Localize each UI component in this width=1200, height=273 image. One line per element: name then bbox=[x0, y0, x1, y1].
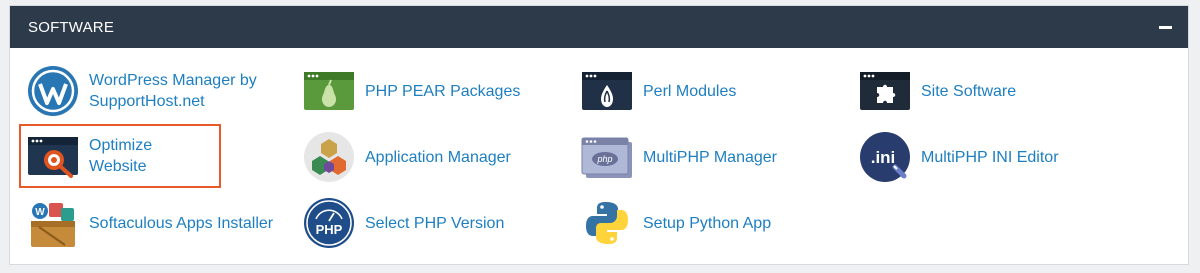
item-multiphp-manager[interactable]: php MultiPHP Manager bbox=[581, 131, 777, 183]
softaculous-icon: W bbox=[31, 203, 75, 247]
item-select-php-version[interactable]: PHP Select PHP Version bbox=[303, 197, 504, 249]
item-php-pear[interactable]: PHP PEAR Packages bbox=[303, 65, 520, 117]
item-wordpress-manager[interactable]: WordPress Manager by SupportHost.net bbox=[27, 65, 264, 117]
collapse-button[interactable] bbox=[1156, 18, 1174, 36]
item-site-software[interactable]: Site Software bbox=[859, 65, 1016, 117]
svg-text:.ini: .ini bbox=[871, 148, 896, 167]
item-label: Select PHP Version bbox=[365, 214, 505, 232]
minus-icon bbox=[1158, 25, 1172, 29]
php-window-icon: php bbox=[581, 137, 632, 178]
ini-icon: .ini bbox=[860, 132, 910, 182]
item-label: MultiPHP INI Editor bbox=[921, 148, 1059, 166]
optimize-icon bbox=[28, 137, 78, 178]
item-label: Softaculous Apps Installer bbox=[89, 214, 274, 232]
svg-text:PHP: PHP bbox=[316, 222, 343, 237]
item-label: MultiPHP Manager bbox=[643, 148, 777, 166]
item-application-manager[interactable]: Application Manager bbox=[303, 131, 511, 183]
wordpress-icon bbox=[28, 66, 78, 116]
python-icon bbox=[586, 202, 628, 244]
software-panel: SOFTWARE WordPress Manager by SupportHos… bbox=[9, 5, 1189, 265]
perl-icon bbox=[582, 72, 632, 110]
svg-text:W: W bbox=[35, 207, 45, 218]
item-multiphp-ini-editor[interactable]: .ini MultiPHP INI Editor bbox=[859, 131, 1059, 183]
pear-icon bbox=[304, 72, 354, 110]
item-label: Perl Modules bbox=[643, 82, 737, 100]
panel-title: SOFTWARE bbox=[28, 18, 115, 36]
panel-header[interactable]: SOFTWARE bbox=[10, 6, 1188, 48]
php-badge-icon: PHP bbox=[304, 198, 354, 248]
item-label: WordPress Manager by SupportHost.net bbox=[89, 72, 257, 110]
item-perl-modules[interactable]: Perl Modules bbox=[581, 65, 736, 117]
item-softaculous[interactable]: W Softaculous Apps Installer bbox=[27, 197, 273, 249]
item-setup-python-app[interactable]: Setup Python App bbox=[581, 197, 771, 249]
item-optimize-website[interactable]: Optimize Website bbox=[19, 124, 221, 188]
item-label: Setup Python App bbox=[643, 214, 772, 232]
item-label: Site Software bbox=[921, 82, 1017, 100]
cubes-icon bbox=[304, 132, 354, 182]
item-label: PHP PEAR Packages bbox=[365, 82, 521, 100]
item-label: Optimize Website bbox=[89, 137, 153, 175]
item-label: Application Manager bbox=[365, 148, 511, 166]
svg-text:php: php bbox=[596, 154, 612, 164]
puzzle-icon bbox=[860, 72, 910, 110]
